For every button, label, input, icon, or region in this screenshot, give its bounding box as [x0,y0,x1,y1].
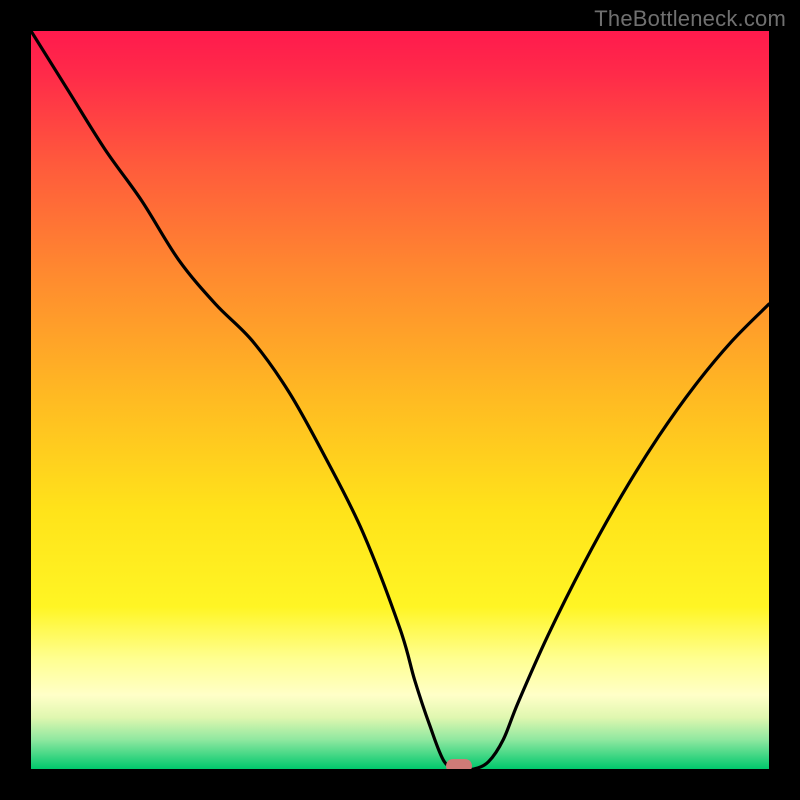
chart-plot-area [31,31,769,769]
chart-minimum-marker [446,759,472,769]
chart-curve [31,31,769,769]
watermark-text: TheBottleneck.com [594,6,786,32]
